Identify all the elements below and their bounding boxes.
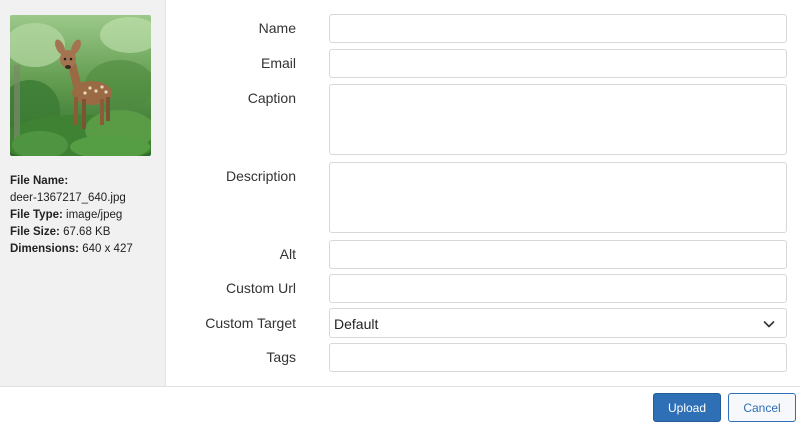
cancel-button[interactable]: Cancel: [728, 393, 796, 422]
custom-target-label: Custom Target: [205, 315, 296, 331]
email-input[interactable]: [329, 49, 787, 78]
name-input[interactable]: [329, 14, 787, 43]
email-label: Email: [260, 55, 296, 71]
file-type-label: File Type:: [10, 209, 63, 221]
tags-label: Tags: [266, 349, 296, 365]
caption-textarea[interactable]: [329, 84, 787, 155]
name-label: Name: [258, 20, 296, 36]
caption-label: Caption: [247, 90, 296, 106]
dimensions-value: 640 x 427: [82, 243, 133, 255]
file-meta: File Name: deer-1367217_640.jpg File Typ…: [10, 173, 133, 258]
file-size-value: 67.68 KB: [63, 226, 111, 238]
custom-url-label: Custom Url: [225, 280, 296, 296]
description-label: Description: [225, 168, 296, 184]
description-textarea[interactable]: [329, 162, 787, 233]
alt-label: Alt: [279, 246, 296, 262]
upload-form: Name Email Caption Description Alt Custo…: [166, 0, 800, 386]
upload-button[interactable]: Upload: [653, 393, 721, 422]
chevron-down-icon: [763, 321, 775, 328]
dimensions-label: Dimensions:: [10, 243, 80, 255]
deer-photo-image: [10, 15, 151, 156]
tags-input[interactable]: [329, 343, 787, 372]
dialog-footer: Upload Cancel: [0, 386, 800, 427]
file-type-value: image/jpeg: [66, 209, 123, 221]
alt-input[interactable]: [329, 240, 787, 269]
image-thumbnail: [10, 15, 151, 156]
file-size-label: File Size:: [10, 226, 60, 238]
custom-target-value: Default: [334, 316, 379, 332]
custom-url-input[interactable]: [329, 274, 787, 303]
file-name-label: File Name:: [10, 175, 69, 187]
custom-target-select[interactable]: Default: [329, 308, 787, 338]
file-details-sidebar: File Name: deer-1367217_640.jpg File Typ…: [0, 0, 166, 386]
file-name-value: deer-1367217_640.jpg: [10, 192, 126, 204]
